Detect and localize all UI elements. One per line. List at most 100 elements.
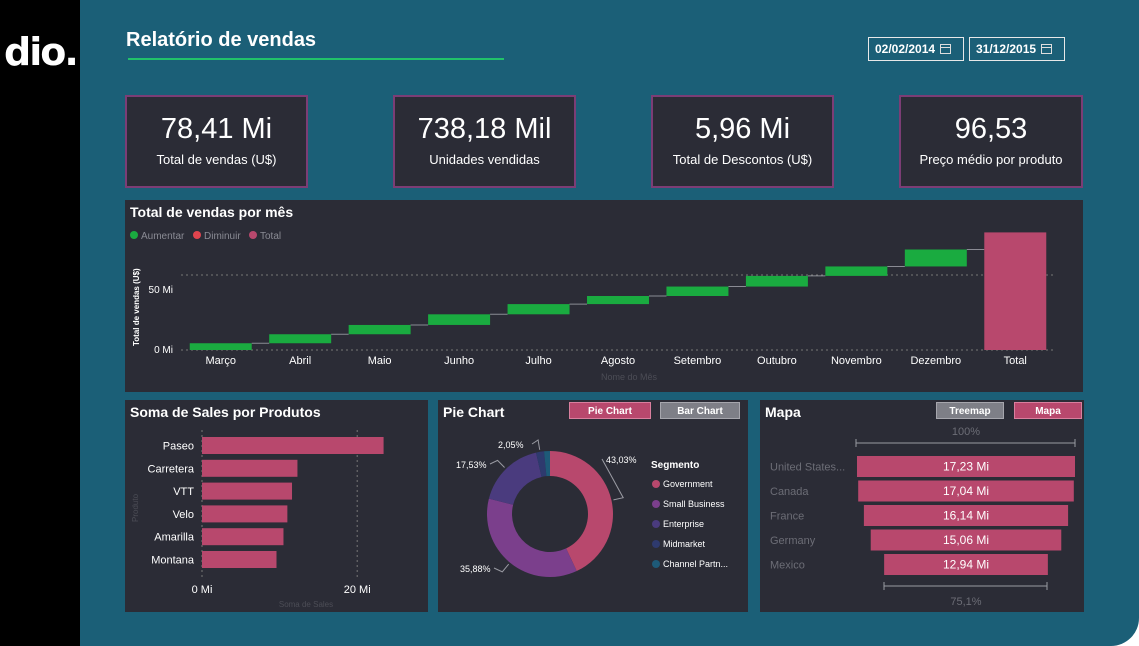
xtick-label: Junho [444,355,474,367]
product-bar[interactable] [202,528,284,546]
legend-label: Diminuir [204,231,241,242]
xtick-label: Dezembro [910,355,961,367]
callout-line [493,563,510,573]
funnel-value-label: 16,14 Mi [943,509,989,523]
slice-value-label: 43,03% [606,455,637,465]
date-end-field[interactable]: 31/12/2015 [969,37,1065,61]
waterfall-bar[interactable] [984,232,1047,350]
funnel-category-label: Canada [770,486,809,498]
funnel-category-label: Mexico [770,560,805,572]
waterfall-bar[interactable] [745,275,808,287]
waterfall-bars [189,232,1047,350]
kpi-value: 5,96 Mi [694,113,791,145]
date-start-value: 02/02/2014 [875,42,936,56]
kpi-label: Preço médio por produto [919,152,1063,167]
products-category-labels: Paseo Carretera VTT Velo Amarilla Montana [148,441,195,567]
waterfall-bar[interactable] [348,324,411,335]
funnel-category-label: Germany [770,535,816,547]
pie-legend: Government Small Business Enterprise Midmar… [652,479,728,569]
product-bar[interactable] [202,482,293,500]
legend-label: Enterprise [663,519,704,529]
category-label: Montana [151,555,195,567]
date-start-field[interactable]: 02/02/2014 [868,37,964,61]
xtick-label: Setembro [674,355,722,367]
donut-slice[interactable] [487,498,577,577]
legend-marker [652,560,660,568]
legend-label: Aumentar [141,231,185,242]
legend-label: Government [663,479,713,489]
products-xlabel: Soma de Sales [279,600,333,609]
xtick-label: Outubro [757,355,797,367]
funnel-chart: 100% 75,1% United States... 17,23 Mi Canad… [770,426,1076,608]
slice-value-label: 35,88% [460,564,491,574]
product-bar[interactable] [202,459,298,477]
kpi-card-units-sold: 738,18 Mil Unidades vendidas [393,95,576,188]
funnel-bottom-label: 75,1% [950,596,981,608]
ytick-label: 0 Mi [154,345,173,356]
funnel-value-label: 12,94 Mi [943,558,989,572]
product-bar[interactable] [202,551,277,568]
funnel-top-label: 100% [952,426,980,438]
slice-value-label: 17,53% [456,460,487,470]
funnel-category-label: United States... [770,462,845,474]
legend-marker [652,540,660,548]
legend-marker-decrease [193,231,201,239]
date-end-value: 31/12/2015 [976,42,1037,56]
waterfall-panel: Total de vendas por mês Aumentar Diminui… [125,200,1083,392]
category-label: Carretera [148,463,195,475]
waterfall-bar[interactable] [587,296,649,305]
title-underline [128,58,504,60]
pie-legend-title: Segmento [651,460,699,471]
donut-chart: 43,03% 35,88% 17,53% 2,05% Segmento Governm… [456,439,728,577]
xtick-label: Agosto [601,355,635,367]
product-bar[interactable] [202,437,384,454]
kpi-value: 96,53 [954,113,1028,145]
waterfall-bar[interactable] [825,266,888,276]
waterfall-bar[interactable] [666,286,729,296]
waterfall-ylabel: Total de vendas (U$) [132,268,141,346]
legend-marker [652,500,660,508]
waterfall-xticks: Março Abril Maio Junho Julho Agosto Setembro Ou… [205,355,1026,367]
waterfall-bar[interactable] [269,334,332,344]
funnel-category-label: France [770,511,804,523]
ytick-label: 50 Mi [149,285,173,296]
kpi-value: 78,41 Mi [160,113,273,145]
products-panel: Soma de Sales por Produtos Produto Soma … [125,400,428,612]
products-bars [202,437,384,568]
pie-panel: Pie Chart Pie Chart Bar Chart 43,03% 35,8… [438,400,748,612]
category-label: VTT [173,486,194,498]
funnel-value-label: 17,23 Mi [943,460,989,474]
funnel-bars: United States... 17,23 Mi Canada 17,04 Mi Fr… [770,456,1075,575]
page-title: Relatório de vendas [126,29,317,51]
donut-slices [487,451,613,577]
dio-logo: dio. [4,30,79,74]
xtick-label: Maio [368,355,392,367]
funnel-value-label: 15,06 Mi [943,533,989,547]
kpi-card-discounts: 5,96 Mi Total de Descontos (U$) [651,95,834,188]
kpi-label: Unidades vendidas [429,152,540,167]
xtick-label: Março [205,355,236,367]
funnel-value-label: 17,04 Mi [943,484,989,498]
waterfall-bar[interactable] [428,314,491,325]
xtick-label: Julho [525,355,551,367]
legend-marker [652,520,660,528]
legend-label: Midmarket [663,539,706,549]
calendar-icon[interactable] [1041,44,1053,54]
waterfall-xlabel: Nome do Mês [601,372,658,382]
kpi-label: Total de Descontos (U$) [672,152,813,167]
waterfall-bar[interactable] [904,249,967,267]
calendar-icon[interactable] [940,44,952,54]
legend-label: Small Business [663,499,725,509]
waterfall-chart: Aumentar Diminuir Total Total de vendas … [130,231,1055,382]
xtick-label: 0 Mi [192,584,213,596]
waterfall-bar[interactable] [189,343,252,350]
kpi-label: Total de vendas (U$) [156,152,277,167]
legend-marker-increase [130,231,138,239]
waterfall-bar[interactable] [507,304,570,315]
xtick-label: Novembro [831,355,882,367]
xtick-label: Total [1004,355,1027,367]
legend-marker [652,480,660,488]
category-label: Paseo [163,441,194,453]
product-bar[interactable] [202,505,288,523]
legend-label: Total [260,231,281,242]
